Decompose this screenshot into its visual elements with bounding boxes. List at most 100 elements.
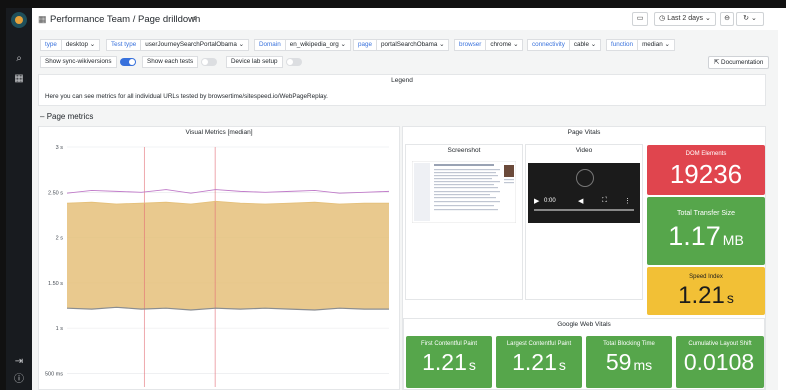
var-value-text: cable — [573, 41, 589, 48]
var-label: connectivity — [527, 39, 570, 51]
page-screenshot-thumbnail[interactable] — [412, 161, 516, 223]
var-value[interactable]: cable ⌄ — [569, 39, 601, 51]
refresh-button[interactable]: ↻ ⌄ — [736, 12, 764, 26]
toggle-label: Show sync-wikiversions — [40, 56, 117, 68]
stat-transfer-size[interactable]: Total Transfer Size 1.17 MB — [647, 197, 765, 265]
var-browser[interactable]: browser chrome ⌄ — [454, 39, 524, 51]
visual-metrics-chart[interactable]: 3 s 2.50 s 2 s 1.50 s 1 s 500 ms — [39, 137, 399, 389]
var-value-text: median — [642, 41, 663, 48]
var-value-text: desktop — [65, 41, 88, 48]
y-tick-label: 2 s — [56, 236, 64, 242]
var-label: function — [606, 39, 639, 51]
toggle-sync-wikiversions[interactable]: Show sync-wikiversions — [40, 56, 136, 68]
y-tick-label: 1.50 s — [48, 281, 63, 287]
stat-unit: s — [558, 357, 566, 373]
var-function[interactable]: function median ⌄ — [606, 39, 675, 51]
right-edge — [778, 8, 786, 390]
var-value[interactable]: median ⌄ — [638, 39, 675, 51]
share-icon[interactable]: ⋖ — [190, 13, 198, 24]
search-icon[interactable]: ⌕ — [13, 53, 25, 65]
refresh-icon: ↻ — [743, 15, 750, 22]
legend-title: Legend — [391, 77, 413, 84]
tv-mode-button[interactable]: ▭ — [632, 12, 648, 26]
collapse-icon: – — [40, 112, 45, 121]
row-page-metrics[interactable]: – Page metrics — [40, 112, 93, 121]
grafana-logo-icon[interactable] — [11, 12, 27, 28]
dashboard-title[interactable]: Performance Team / Page drilldown — [50, 14, 200, 25]
zoom-out-button[interactable]: ⊖ — [720, 12, 734, 26]
more-options-icon[interactable]: ⋮ — [624, 197, 631, 205]
row-title-text: Page metrics — [46, 112, 94, 121]
stat-number: 0.0108 — [683, 349, 755, 375]
y-tick-label: 2.50 s — [48, 190, 63, 196]
stat-tbt[interactable]: Total Blocking Time 59 ms — [586, 336, 672, 388]
var-test-type[interactable]: Test type userJourneySearchPortalObama ⌄ — [106, 39, 249, 51]
var-value-text: chrome — [490, 41, 512, 48]
video-title: Video — [575, 147, 593, 154]
play-icon[interactable]: ▶ — [534, 197, 539, 205]
y-tick-label: 3 s — [56, 145, 64, 151]
chevron-down-icon: ⌄ — [704, 15, 711, 22]
y-tick-label: 1 s — [56, 326, 64, 332]
screenshot-title: Screenshot — [447, 147, 481, 154]
stat-title: Total Blocking Time — [603, 341, 655, 347]
var-value[interactable]: desktop ⌄ — [61, 39, 100, 51]
video-panel[interactable]: Video ▶ 0:00 ◀ ⛶ ⋮ — [525, 144, 643, 300]
var-connectivity[interactable]: connectivity cable ⌄ — [527, 39, 601, 51]
page-vitals-title: Page Vitals — [567, 129, 601, 136]
stat-unit: MB — [722, 232, 744, 248]
stat-dom-elements[interactable]: DOM Elements 19236 — [647, 145, 765, 195]
stat-title: DOM Elements — [685, 151, 727, 157]
video-player[interactable]: ▶ 0:00 ◀ ⛶ ⋮ — [528, 163, 640, 223]
help-icon[interactable]: ⓘ — [13, 374, 25, 386]
var-value[interactable]: userJourneySearchPortalObama ⌄ — [141, 39, 249, 51]
page-vitals-panel: Page Vitals Screenshot Video ▶ 0:00 ◀ ⛶ … — [402, 126, 766, 390]
google-web-vitals-title: Google Web Vitals — [557, 321, 611, 328]
video-progress-bar[interactable] — [534, 209, 634, 211]
sign-in-icon[interactable]: ⇥ — [13, 356, 25, 368]
stat-lcp[interactable]: Largest Contentful Paint 1.21 s — [496, 336, 582, 388]
var-value[interactable]: chrome ⌄ — [486, 39, 524, 51]
toggle-switch[interactable] — [285, 58, 302, 66]
volume-icon[interactable]: ◀ — [578, 197, 583, 205]
screenshot-panel[interactable]: Screenshot — [405, 144, 523, 300]
time-range-label: Last 2 days — [667, 15, 704, 22]
toggle-label: Device lab setup — [226, 56, 283, 68]
var-page[interactable]: page portalSearchObama ⌄ — [353, 39, 450, 51]
visual-metrics-panel[interactable]: Visual Metrics [median] 3 s 2.50 s 2 s 1.50… — [38, 126, 400, 390]
var-type[interactable]: type desktop ⌄ — [40, 39, 100, 51]
var-value[interactable]: en_wikipedia_org ⌄ — [285, 39, 351, 51]
var-value-text: portalSearchObama — [381, 41, 438, 48]
stat-number: 1.21 — [512, 349, 557, 375]
dashboard-grid-icon: ▦ — [38, 14, 47, 24]
stat-unit: ms — [633, 357, 653, 373]
var-value-text: en_wikipedia_org — [289, 41, 339, 48]
var-label: Domain — [254, 39, 286, 51]
stat-unit: s — [726, 290, 734, 306]
stat-number: 1.17 — [668, 221, 721, 251]
dashboards-icon[interactable]: ▦ — [13, 73, 25, 85]
stat-title: Cumulative Layout Shift — [688, 341, 752, 347]
var-value[interactable]: portalSearchObama ⌄ — [377, 39, 450, 51]
time-picker-button[interactable]: ◷ Last 2 days ⌄ — [654, 12, 716, 26]
google-web-vitals-panel: Google Web Vitals First Contentful Paint… — [403, 318, 765, 390]
stat-speed-index[interactable]: Speed Index 1.21 s — [647, 267, 765, 315]
toggle-switch[interactable] — [201, 58, 218, 66]
fullscreen-icon[interactable]: ⛶ — [602, 197, 607, 205]
documentation-label: Documentation — [721, 59, 764, 66]
stat-number: 59 — [605, 349, 632, 375]
var-value-text: userJourneySearchPortalObama — [145, 41, 237, 48]
toggle-device-lab[interactable]: Device lab setup — [226, 56, 302, 68]
var-domain[interactable]: Domain en_wikipedia_org ⌄ — [254, 39, 351, 51]
stat-value: 1.21 s — [406, 349, 492, 376]
stat-value: 0.0108 — [676, 349, 764, 376]
stat-title: Total Transfer Size — [677, 210, 735, 217]
toggle-label: Show each tests — [142, 56, 199, 68]
stat-fcp[interactable]: First Contentful Paint 1.21 s — [406, 336, 492, 388]
stat-cls[interactable]: Cumulative Layout Shift 0.0108 — [676, 336, 764, 388]
documentation-button[interactable]: ⇱ Documentation — [708, 56, 770, 69]
stat-title: First Contentful Paint — [420, 341, 478, 347]
external-link-icon: ⇱ — [714, 59, 720, 66]
toggle-each-tests[interactable]: Show each tests — [142, 56, 218, 68]
toggle-switch[interactable] — [119, 58, 136, 66]
